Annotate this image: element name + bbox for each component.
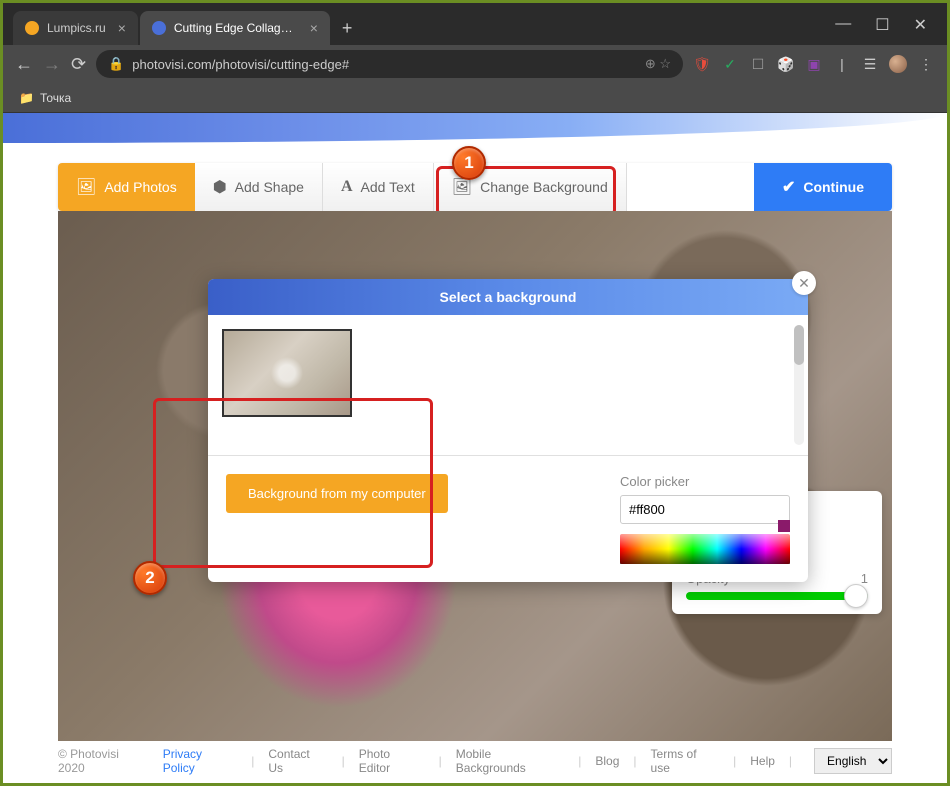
new-tab-button[interactable]: + — [332, 12, 363, 45]
close-icon[interactable]: × — [118, 20, 126, 36]
color-input[interactable] — [620, 495, 790, 524]
folder-icon: 📁 — [19, 91, 34, 105]
photo-editor-link[interactable]: Photo Editor — [359, 747, 425, 775]
slider-thumb[interactable] — [844, 584, 868, 608]
tab-title: Cutting Edge Collage - Fun | Pho — [174, 21, 298, 35]
ext-icon[interactable]: 🎲 — [777, 55, 795, 73]
address-bar: ← → ⟳ 🔒 photovisi.com/photovisi/cutting-… — [3, 45, 947, 83]
maximize-icon[interactable]: ☐ — [875, 15, 889, 35]
color-swatch — [778, 520, 790, 532]
url-input[interactable]: 🔒 photovisi.com/photovisi/cutting-edge# … — [96, 50, 683, 78]
opacity-slider[interactable] — [686, 592, 868, 600]
language-select[interactable]: English — [814, 748, 892, 774]
tab-title: Lumpics.ru — [47, 21, 106, 35]
url-text: photovisi.com/photovisi/cutting-edge# — [132, 57, 349, 72]
annotation-marker-2: 2 — [133, 561, 167, 595]
check-icon: ✔ — [782, 177, 795, 197]
image-icon: 🖼 — [452, 177, 472, 197]
add-text-button[interactable]: A Add Text — [323, 163, 434, 211]
forward-button[interactable]: → — [43, 54, 61, 75]
collage-canvas[interactable]: Luckiest Guy MEGRIM Opacity 1 ✕ Select a… — [58, 211, 892, 741]
modal-title: Select a background — [208, 279, 808, 315]
privacy-link[interactable]: Privacy Policy — [163, 747, 238, 775]
annotation-marker-1: 1 — [452, 146, 486, 180]
button-label: Add Shape — [235, 179, 304, 195]
select-background-modal: ✕ Select a background Background from my… — [208, 279, 808, 582]
opacity-value: 1 — [861, 571, 868, 586]
minimize-icon[interactable]: — — [835, 15, 851, 35]
modal-scrollbar[interactable] — [794, 325, 804, 445]
button-label: Continue — [803, 179, 864, 195]
window-controls: — ☐ ✕ — [835, 15, 937, 45]
color-picker-section: Color picker — [620, 474, 790, 564]
add-shape-button[interactable]: ⬢ Add Shape — [195, 163, 323, 211]
back-button[interactable]: ← — [15, 54, 33, 75]
ext-icon[interactable]: ▣ — [805, 55, 823, 73]
reload-button[interactable]: ⟳ — [71, 54, 86, 75]
photos-icon: 🖼 — [76, 177, 96, 197]
close-icon[interactable]: × — [310, 20, 318, 36]
mobile-backgrounds-link[interactable]: Mobile Backgrounds — [456, 747, 565, 775]
ext-icon[interactable]: ✓ — [721, 55, 739, 73]
tab-photovisi[interactable]: Cutting Edge Collage - Fun | Pho × — [140, 11, 330, 45]
add-photos-button[interactable]: 🖼 Add Photos — [58, 163, 195, 211]
close-icon[interactable]: ✕ — [914, 15, 927, 35]
shape-icon: ⬢ — [213, 177, 227, 197]
tab-favicon — [152, 21, 166, 35]
terms-link[interactable]: Terms of use — [651, 747, 720, 775]
button-label: Add Text — [361, 179, 415, 195]
profile-avatar[interactable] — [889, 55, 907, 73]
ext-icon[interactable]: 🛡 — [693, 55, 711, 73]
page-content: 🖼 Add Photos ⬢ Add Shape A Add Text 🖼 Ch… — [3, 143, 947, 761]
modal-footer: Background from my computer Color picker — [208, 455, 808, 582]
text-icon: A — [341, 178, 353, 196]
copyright-text: © Photovisi 2020 — [58, 747, 149, 775]
background-thumbnail[interactable] — [222, 329, 352, 417]
tab-favicon — [25, 21, 39, 35]
extension-icons: 🛡 ✓ ☐ 🎲 ▣ | ☰ ⋮ — [693, 55, 935, 73]
page-footer: © Photovisi 2020 Privacy Policy| Contact… — [58, 747, 892, 775]
continue-button[interactable]: ✔ Continue — [754, 163, 892, 211]
star-icon[interactable]: ⊕ ☆ — [645, 56, 671, 72]
button-label: Change Background — [480, 179, 608, 195]
help-link[interactable]: Help — [750, 754, 775, 768]
ext-icon[interactable]: ☐ — [749, 55, 767, 73]
lock-icon: 🔒 — [108, 56, 124, 72]
button-label: Add Photos — [104, 179, 176, 195]
blog-link[interactable]: Blog — [595, 754, 619, 768]
browser-tab-strip: Lumpics.ru × Cutting Edge Collage - Fun … — [3, 3, 947, 45]
menu-icon[interactable]: ⋮ — [917, 55, 935, 73]
header-wave — [3, 113, 947, 143]
modal-close-button[interactable]: ✕ — [792, 271, 816, 295]
contact-link[interactable]: Contact Us — [268, 747, 327, 775]
reading-list-icon[interactable]: ☰ — [861, 55, 879, 73]
bookmarks-bar: 📁 Точка — [3, 83, 947, 113]
upload-background-button[interactable]: Background from my computer — [226, 474, 448, 513]
tab-lumpics[interactable]: Lumpics.ru × — [13, 11, 138, 45]
modal-body — [208, 315, 808, 455]
color-picker-label: Color picker — [620, 474, 790, 489]
bookmark-folder[interactable]: Точка — [40, 91, 71, 105]
color-gradient-picker[interactable] — [620, 534, 790, 564]
